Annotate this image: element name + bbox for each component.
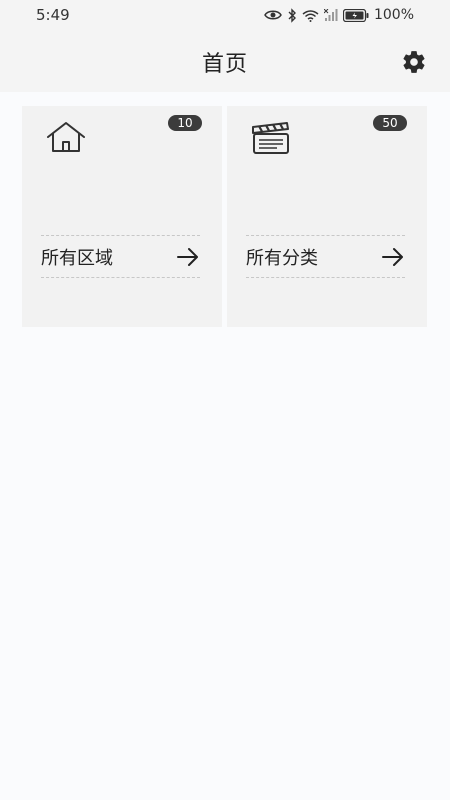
status-time: 5:49 <box>36 6 70 24</box>
all-areas-link[interactable]: 所有区域 <box>41 235 200 278</box>
arrow-right-icon <box>382 247 403 266</box>
signal-icon <box>323 8 338 22</box>
count-badge: 50 <box>373 115 407 131</box>
bluetooth-icon <box>287 7 297 23</box>
eye-icon <box>264 9 282 21</box>
status-bar: 5:49 100% <box>0 0 450 30</box>
count-badge: 10 <box>168 115 202 131</box>
battery-icon <box>342 8 369 22</box>
arrow-right-icon <box>177 247 198 266</box>
settings-button[interactable] <box>400 48 428 76</box>
clapperboard-icon <box>252 122 289 154</box>
all-areas-card[interactable]: 10 所有区域 <box>22 106 222 327</box>
all-categories-link[interactable]: 所有分类 <box>246 235 405 278</box>
status-icons: 100% <box>264 6 414 24</box>
card-label: 所有区域 <box>41 247 113 269</box>
card-grid: 10 所有区域 50 所有分类 <box>22 106 428 327</box>
card-label: 所有分类 <box>246 247 318 269</box>
battery-percent: 100% <box>373 7 414 23</box>
app-bar: 首页 <box>0 30 450 92</box>
gear-icon <box>403 51 425 73</box>
wifi-icon <box>302 9 319 22</box>
home-icon <box>47 122 85 152</box>
all-categories-card[interactable]: 50 所有分类 <box>227 106 427 327</box>
page-title: 首页 <box>201 52 248 77</box>
